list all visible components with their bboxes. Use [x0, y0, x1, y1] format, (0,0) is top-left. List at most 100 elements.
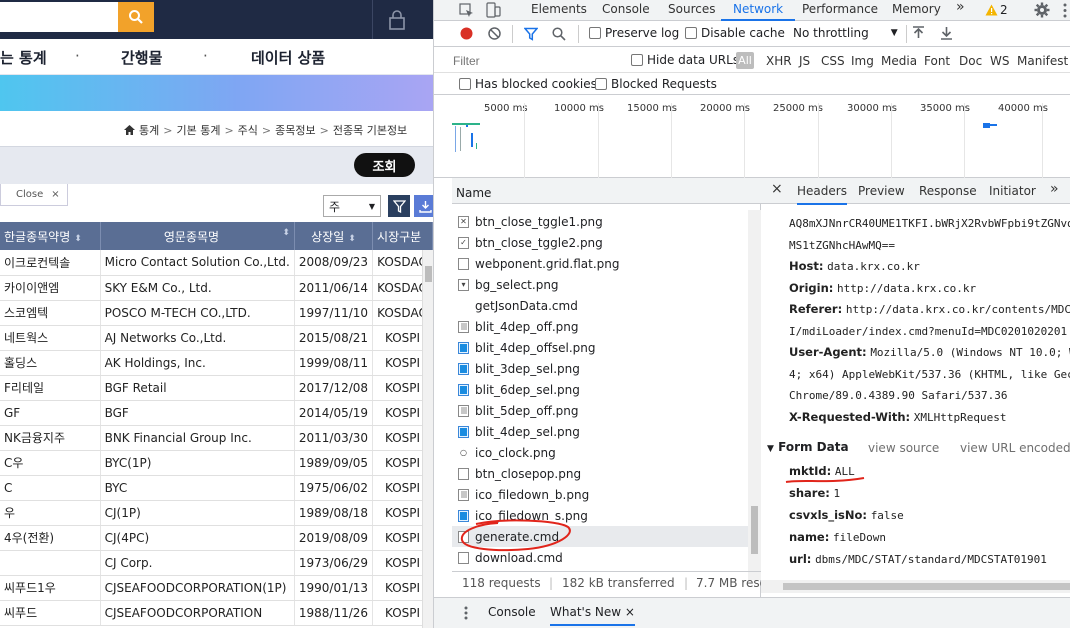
- drawer-tab-whats-new[interactable]: What's New ×: [550, 605, 635, 626]
- request-row[interactable]: ✓ btn_close_tggle2.png: [452, 232, 748, 253]
- table-row[interactable]: 이크로컨텍솔 Micro Contact Solution Co.,Ltd. 200…: [0, 250, 433, 276]
- site-search-input[interactable]: [0, 2, 118, 32]
- home-icon[interactable]: [124, 125, 135, 135]
- close-icon[interactable]: ×: [51, 189, 59, 200]
- has-blocked-cookies-checkbox[interactable]: Has blocked cookies: [459, 77, 597, 91]
- tab-headers[interactable]: Headers: [797, 184, 847, 205]
- type-filter-xhr[interactable]: XHR: [766, 54, 792, 68]
- tab-performance[interactable]: Performance: [802, 0, 878, 21]
- close-icon[interactable]: ×: [625, 605, 635, 619]
- network-overview-timeline[interactable]: 5000 ms 10000 ms 15000 ms 20000 ms 25000…: [434, 95, 1070, 178]
- query-button[interactable]: 조회: [354, 153, 415, 177]
- request-row[interactable]: ▾ bg_select.png: [452, 274, 748, 295]
- clear-icon[interactable]: [488, 27, 501, 40]
- checkbox-box[interactable]: [589, 27, 601, 39]
- checkbox-box[interactable]: [595, 78, 607, 90]
- column-filter-button[interactable]: [388, 195, 410, 217]
- scrollbar-thumb[interactable]: [783, 583, 1070, 590]
- request-row[interactable]: blit_4dep_sel.png: [452, 421, 748, 442]
- request-row[interactable]: blit_4dep_offsel.png: [452, 337, 748, 358]
- login-button[interactable]: [372, 0, 420, 39]
- request-row[interactable]: download.cmd: [452, 547, 748, 568]
- table-row[interactable]: 씨푸드1우 CJSEAFOODCORPORATION(1P) 1990/01/13 K…: [0, 575, 433, 601]
- breadcrumb-item[interactable]: 종목정보: [275, 122, 315, 138]
- settings-gear-icon[interactable]: [1034, 2, 1050, 18]
- type-filter-media[interactable]: Media: [881, 54, 917, 68]
- table-row[interactable]: 씨푸드 CJSEAFOODCORPORATION 1988/11/26 KOSPI: [0, 600, 433, 626]
- close-icon[interactable]: ×: [771, 181, 783, 197]
- hide-data-urls-checkbox[interactable]: Hide data URLs: [631, 53, 739, 67]
- tab-sources[interactable]: Sources: [668, 0, 715, 21]
- request-row[interactable]: blit_5dep_off.png: [452, 400, 748, 421]
- column-header[interactable]: 상장일 ⬍: [294, 222, 374, 250]
- type-filter-js[interactable]: JS: [799, 54, 810, 68]
- request-row[interactable]: blit_4dep_off.png: [452, 316, 748, 337]
- table-row[interactable]: 네트웍스 AJ Networks Co.,Ltd. 2015/08/21 KOSPI: [0, 325, 433, 351]
- request-row[interactable]: ico_filedown_b.png: [452, 484, 748, 505]
- view-url-encoded-link[interactable]: view URL encoded: [960, 441, 1070, 455]
- table-row[interactable]: 우 CJ(1P) 1989/08/18 KOSPI: [0, 500, 433, 526]
- table-row[interactable]: 4우(전환) CJ(4PC) 2019/08/09 KOSPI: [0, 525, 433, 551]
- download-button[interactable]: [414, 195, 433, 217]
- throttling-select[interactable]: No throttling ▼: [793, 26, 898, 40]
- device-toolbar-icon[interactable]: [485, 2, 501, 18]
- tab-initiator[interactable]: Initiator: [989, 184, 1036, 198]
- checkbox-box[interactable]: [459, 78, 471, 90]
- request-row[interactable]: ✕ btn_close_tggle1.png: [452, 211, 748, 232]
- type-filter-ws[interactable]: WS: [990, 54, 1009, 68]
- more-tabs-icon[interactable]: »: [1050, 181, 1059, 197]
- scrollbar-thumb[interactable]: [751, 506, 758, 554]
- import-har-icon[interactable]: [912, 26, 925, 40]
- table-row[interactable]: 카이이앤엠 SKY E&M Co., Ltd. 2011/06/14 KOSDAQ: [0, 275, 433, 301]
- tab-memory[interactable]: Memory: [892, 0, 941, 21]
- type-filter-font[interactable]: Font: [924, 54, 950, 68]
- table-row[interactable]: 홀딩스 AK Holdings, Inc. 1999/08/11 KOSPI: [0, 350, 433, 376]
- column-header[interactable]: 시장구분: [372, 222, 433, 250]
- more-options-icon[interactable]: [1062, 3, 1068, 18]
- sort-icon[interactable]: ⬍: [74, 234, 82, 244]
- more-tabs-icon[interactable]: »: [956, 0, 965, 19]
- column-header[interactable]: 한글종목약명 ⬍: [0, 222, 101, 250]
- request-row[interactable]: generate.cmd: [452, 526, 748, 547]
- breadcrumb-item[interactable]: 주식: [238, 122, 258, 138]
- table-row[interactable]: NK금융지주 BNK Financial Group Inc. 2011/03/30…: [0, 425, 433, 451]
- sort-icon[interactable]: ⬍: [282, 228, 290, 238]
- type-filter-css[interactable]: CSS: [821, 54, 845, 68]
- checkbox-box[interactable]: [631, 54, 643, 66]
- tab-elements[interactable]: Elements: [531, 0, 587, 21]
- request-row[interactable]: blit_6dep_sel.png: [452, 379, 748, 400]
- inspect-element-icon[interactable]: [459, 3, 474, 18]
- search-icon[interactable]: [552, 27, 566, 41]
- blocked-requests-checkbox[interactable]: Blocked Requests: [595, 77, 717, 91]
- type-filter-doc[interactable]: Doc: [959, 54, 982, 68]
- request-list-scrollbar[interactable]: [748, 210, 761, 580]
- drawer-tab-console[interactable]: Console: [488, 605, 536, 619]
- nav-data-products[interactable]: 데이터 상품: [251, 47, 325, 68]
- table-row[interactable]: C우 BYC(1P) 1989/09/05 KOSPI: [0, 450, 433, 476]
- tab-console[interactable]: Console: [602, 0, 650, 21]
- warnings-badge[interactable]: 2: [985, 2, 1008, 18]
- period-select[interactable]: 주 ▼: [323, 195, 381, 217]
- preserve-log-checkbox[interactable]: Preserve log: [589, 26, 679, 40]
- tab-preview[interactable]: Preview: [858, 184, 905, 198]
- breadcrumb-item[interactable]: 통계: [139, 122, 159, 138]
- breadcrumb-item[interactable]: 기본 통계: [176, 122, 220, 138]
- name-column-header[interactable]: Name: [452, 178, 761, 204]
- request-row[interactable]: blit_3dep_sel.png: [452, 358, 748, 379]
- table-row[interactable]: F리테일 BGF Retail 2017/12/08 KOSPI: [0, 375, 433, 401]
- nav-statistics[interactable]: 는 통계: [0, 47, 47, 68]
- checkbox-box[interactable]: [685, 27, 697, 39]
- request-row[interactable]: ○ ico_clock.png: [452, 442, 748, 463]
- table-row[interactable]: CJ Corp. 1973/06/29 KOSPI: [0, 550, 433, 576]
- nav-publications[interactable]: 간행물: [121, 47, 162, 68]
- tab-network[interactable]: Network: [721, 0, 796, 21]
- form-data-section-title[interactable]: ▼ Form Data: [767, 440, 849, 454]
- view-source-link[interactable]: view source: [868, 441, 939, 455]
- request-row[interactable]: getJsonData.cmd: [452, 295, 748, 316]
- network-filter-input[interactable]: [453, 52, 619, 69]
- tab-response[interactable]: Response: [919, 184, 977, 198]
- column-header[interactable]: 영문종목명 ⬍: [100, 222, 295, 250]
- detail-horizontal-scrollbar[interactable]: [761, 580, 1070, 593]
- sort-icon[interactable]: ⬍: [348, 234, 356, 244]
- record-icon[interactable]: [460, 27, 473, 40]
